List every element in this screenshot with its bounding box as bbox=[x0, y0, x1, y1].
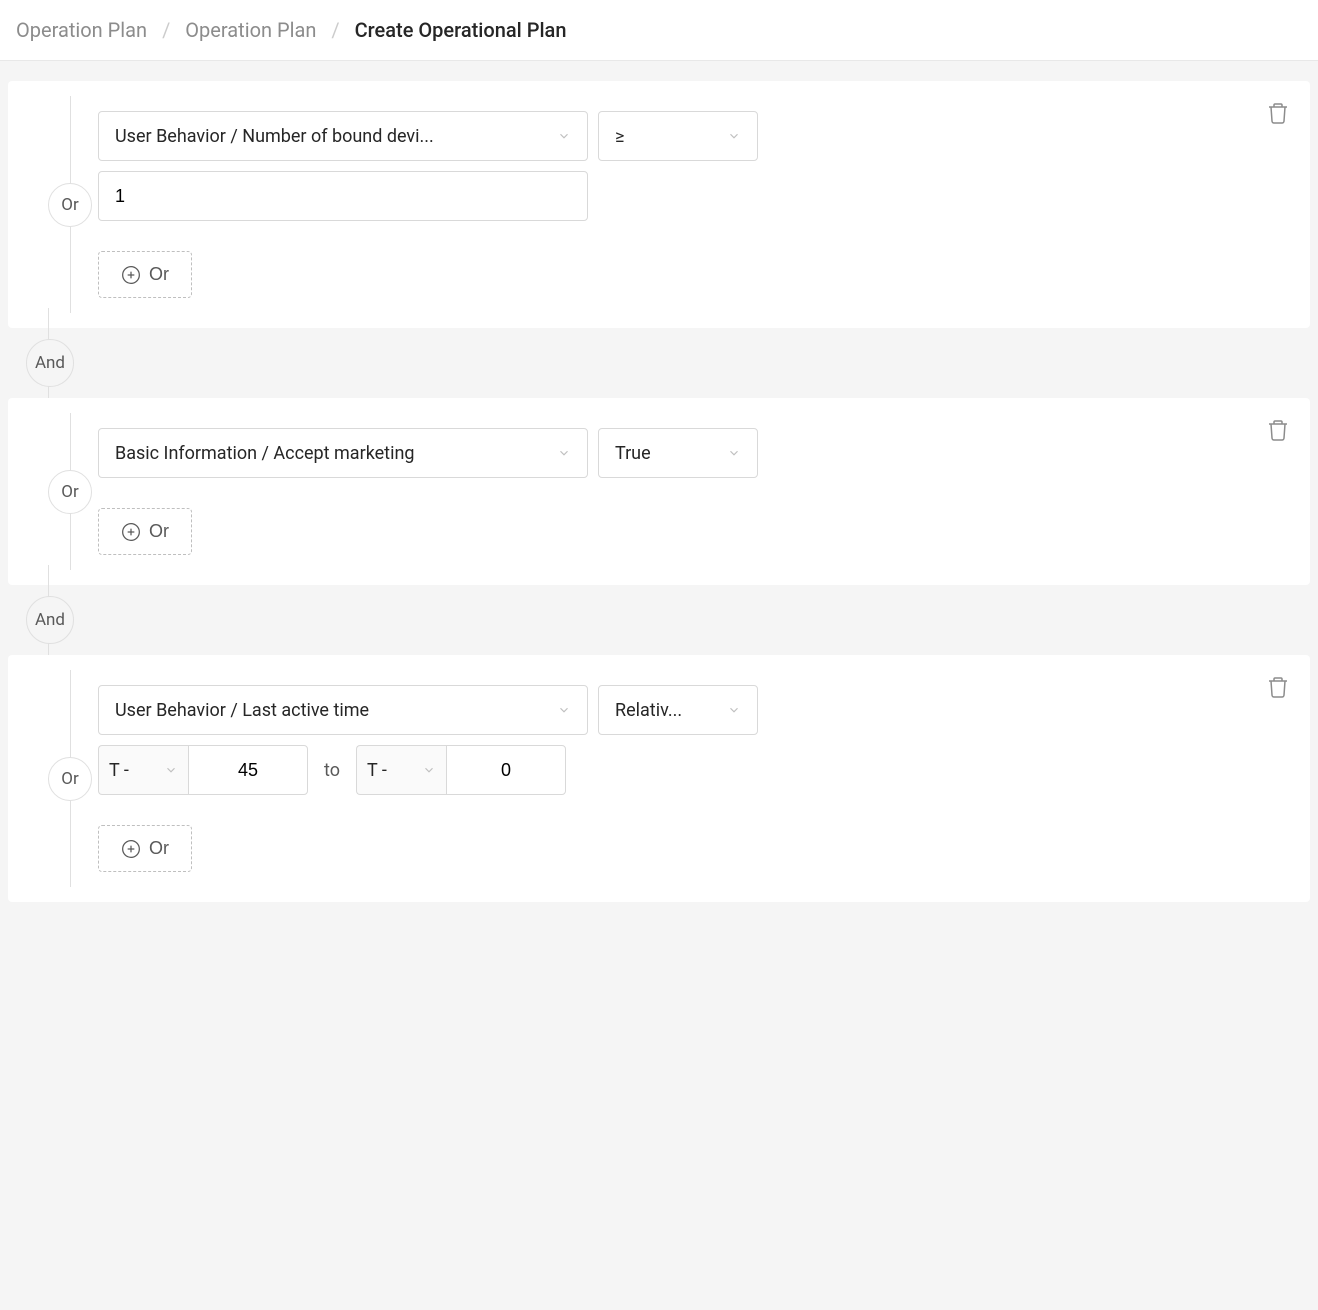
value-input[interactable] bbox=[98, 171, 588, 221]
plus-circle-icon bbox=[121, 839, 141, 859]
add-or-label: Or bbox=[149, 838, 169, 859]
breadcrumb-link-2[interactable]: Operation Plan bbox=[185, 18, 316, 42]
add-or-button[interactable]: Or bbox=[98, 508, 192, 555]
attribute-select-text: User Behavior / Number of bound devi... bbox=[115, 126, 557, 147]
trash-icon bbox=[1266, 675, 1290, 699]
chevron-down-icon bbox=[422, 763, 436, 777]
attribute-select[interactable]: User Behavior / Number of bound devi... bbox=[98, 111, 588, 161]
add-or-button[interactable]: Or bbox=[98, 251, 192, 298]
range-from-type-text: T - bbox=[109, 760, 164, 781]
operator-select[interactable]: ≥ bbox=[598, 111, 758, 161]
chevron-down-icon bbox=[557, 446, 571, 460]
attribute-select-text: User Behavior / Last active time bbox=[115, 700, 557, 721]
delete-button[interactable] bbox=[1266, 101, 1290, 125]
operator-select[interactable]: True bbox=[598, 428, 758, 478]
breadcrumb-current: Create Operational Plan bbox=[355, 18, 567, 42]
operator-select-text: True bbox=[615, 443, 727, 464]
or-badge: Or bbox=[48, 183, 92, 227]
condition-group: Or User Behavior / Last active time Rela… bbox=[8, 655, 1310, 902]
range-to-input[interactable] bbox=[446, 745, 566, 795]
range-from-input[interactable] bbox=[188, 745, 308, 795]
chevron-down-icon bbox=[557, 703, 571, 717]
range-to-type-text: T - bbox=[367, 760, 422, 781]
breadcrumb-separator: / bbox=[162, 18, 170, 42]
chevron-down-icon bbox=[727, 446, 741, 460]
chevron-down-icon bbox=[557, 129, 571, 143]
breadcrumb: Operation Plan / Operation Plan / Create… bbox=[0, 0, 1318, 61]
operator-select-text: Relativ... bbox=[615, 700, 727, 721]
plus-circle-icon bbox=[121, 522, 141, 542]
and-badge: And bbox=[26, 596, 74, 644]
and-connector: And bbox=[8, 585, 1310, 655]
chevron-down-icon bbox=[164, 763, 178, 777]
trash-icon bbox=[1266, 101, 1290, 125]
plus-circle-icon bbox=[121, 265, 141, 285]
attribute-select[interactable]: User Behavior / Last active time bbox=[98, 685, 588, 735]
delete-button[interactable] bbox=[1266, 675, 1290, 699]
add-or-label: Or bbox=[149, 264, 169, 285]
to-label: to bbox=[318, 745, 346, 795]
trash-icon bbox=[1266, 418, 1290, 442]
attribute-select[interactable]: Basic Information / Accept marketing bbox=[98, 428, 588, 478]
add-or-label: Or bbox=[149, 521, 169, 542]
range-to-type-select[interactable]: T - bbox=[356, 745, 446, 795]
range-from-type-select[interactable]: T - bbox=[98, 745, 188, 795]
breadcrumb-link-1[interactable]: Operation Plan bbox=[16, 18, 147, 42]
attribute-select-text: Basic Information / Accept marketing bbox=[115, 443, 557, 464]
delete-button[interactable] bbox=[1266, 418, 1290, 442]
breadcrumb-separator: / bbox=[331, 18, 339, 42]
operator-select-text: ≥ bbox=[615, 126, 727, 147]
add-or-button[interactable]: Or bbox=[98, 825, 192, 872]
condition-group: Or User Behavior / Number of bound devi.… bbox=[8, 81, 1310, 328]
operator-select[interactable]: Relativ... bbox=[598, 685, 758, 735]
and-badge: And bbox=[26, 339, 74, 387]
chevron-down-icon bbox=[727, 703, 741, 717]
chevron-down-icon bbox=[727, 129, 741, 143]
or-badge: Or bbox=[48, 470, 92, 514]
and-connector: And bbox=[8, 328, 1310, 398]
condition-group: Or Basic Information / Accept marketing … bbox=[8, 398, 1310, 585]
or-badge: Or bbox=[48, 757, 92, 801]
